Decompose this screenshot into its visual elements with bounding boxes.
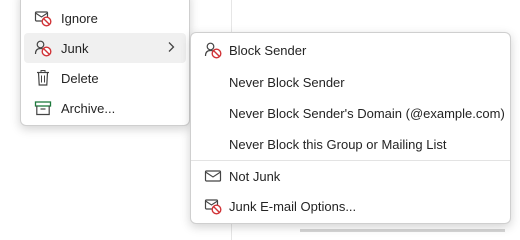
submenu-item-label: Junk E-mail Options...	[229, 199, 357, 214]
block-sender-icon	[204, 41, 222, 59]
background-text-line	[300, 229, 505, 232]
menu-item-ignore[interactable]: Ignore	[24, 3, 186, 33]
submenu-item-junk-options[interactable]: Junk E-mail Options...	[194, 191, 507, 221]
submenu-item-never-block-sender[interactable]: Never Block Sender	[194, 67, 507, 97]
menu-item-junk[interactable]: Junk	[24, 33, 186, 63]
submenu-item-label: Never Block this Group or Mailing List	[229, 137, 447, 152]
submenu-item-label: Never Block Sender	[229, 75, 345, 90]
submenu-item-block-sender[interactable]: Block Sender	[194, 35, 507, 65]
menu-item-label: Junk	[61, 41, 89, 56]
junk-submenu: Block Sender Never Block Sender Never Bl…	[190, 32, 511, 224]
menu-item-archive[interactable]: Archive...	[24, 93, 186, 123]
chevron-right-icon	[164, 40, 178, 54]
menu-item-label: Archive...	[61, 101, 116, 116]
context-menu: Ignore Junk Delete Archive...	[20, 0, 190, 126]
submenu-item-label: Not Junk	[229, 169, 281, 184]
trash-icon	[34, 69, 52, 87]
junk-options-icon	[204, 197, 222, 215]
junk-icon	[34, 39, 52, 57]
submenu-item-label: Block Sender	[229, 43, 307, 58]
menu-item-label: Ignore	[61, 11, 98, 26]
submenu-item-never-block-domain[interactable]: Never Block Sender's Domain (@example.co…	[194, 98, 507, 128]
menu-item-delete[interactable]: Delete	[24, 63, 186, 93]
ignore-icon	[34, 9, 52, 27]
archive-icon	[34, 99, 52, 117]
envelope-icon	[204, 167, 222, 185]
submenu-item-not-junk[interactable]: Not Junk	[194, 161, 507, 191]
menu-item-label: Delete	[61, 71, 99, 86]
submenu-item-label: Never Block Sender's Domain (@example.co…	[229, 106, 505, 121]
submenu-item-never-block-group[interactable]: Never Block this Group or Mailing List	[194, 129, 507, 159]
